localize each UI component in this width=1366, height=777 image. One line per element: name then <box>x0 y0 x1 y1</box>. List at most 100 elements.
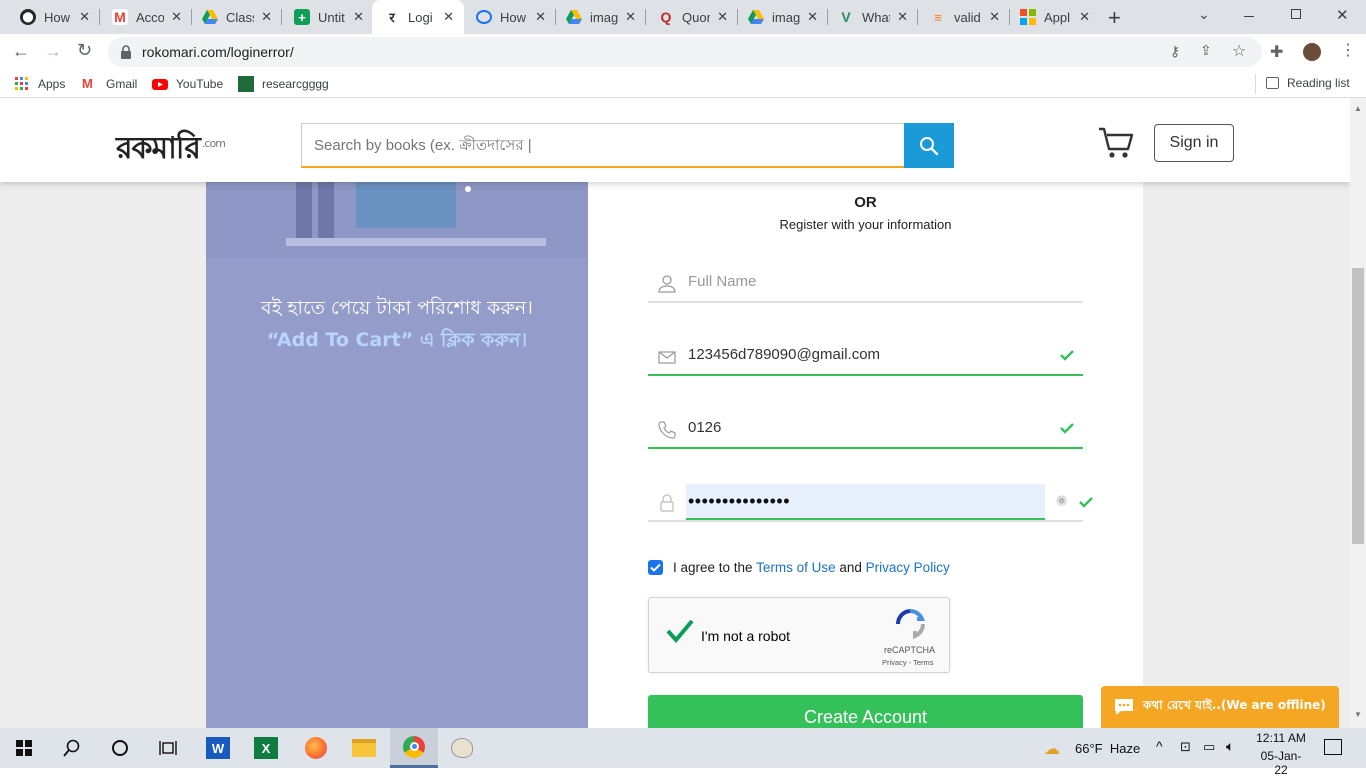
tab-what[interactable]: V What ✕ <box>826 0 918 34</box>
close-tab-icon[interactable]: ✕ <box>443 9 454 25</box>
eye-icon[interactable]: ◉ <box>1056 492 1067 508</box>
forward-arrow-icon[interactable]: → <box>44 41 62 62</box>
bookmarks-bar: Apps M Gmail YouTube researcgggg Reading… <box>0 70 1366 98</box>
page-viewport: বই হাতে পেয়ে টাকা পরিশোধ করুন। “Add To … <box>0 98 1350 728</box>
url-text[interactable]: rokomari.com/loginerror/ <box>142 44 294 60</box>
close-tab-icon[interactable]: ✕ <box>1079 9 1090 25</box>
envelope-icon <box>658 351 676 364</box>
gmail-icon: M <box>82 76 93 91</box>
key-icon[interactable]: ⚷ <box>1170 43 1180 60</box>
bookmark-star-icon[interactable]: ☆ <box>1232 41 1246 61</box>
email-value[interactable]: 123456d789090@gmail.com <box>688 346 880 363</box>
clock-date[interactable]: 05-Jan-22 <box>1254 749 1308 777</box>
windows-taskbar: W X ☁ 66°F Haze ^ ⊡ ▭ 🔈︎ 12:11 AM 05-Jan… <box>0 728 1366 777</box>
reading-list[interactable]: Reading list <box>1266 76 1350 90</box>
cart-icon[interactable] <box>1098 126 1134 160</box>
close-tab-icon[interactable]: ✕ <box>171 9 182 25</box>
minimize-icon[interactable] <box>1244 16 1254 17</box>
cortana-circle-icon[interactable] <box>96 728 144 768</box>
tab-github[interactable]: ⬤ How ✕ <box>8 0 100 34</box>
create-account-button[interactable]: Create Account <box>648 695 1083 728</box>
bookmark-apps[interactable]: Apps <box>14 76 65 92</box>
close-window-icon[interactable]: ✕ <box>1336 6 1349 24</box>
search-input[interactable] <box>301 123 905 168</box>
close-tab-icon[interactable]: ✕ <box>625 9 636 25</box>
word-icon[interactable]: W <box>194 728 242 768</box>
site-header: রকমারি.com Sign in <box>0 98 1350 182</box>
share-icon[interactable]: ⇪ <box>1200 42 1212 59</box>
close-tab-icon[interactable]: ✕ <box>717 9 728 25</box>
paint-icon[interactable] <box>438 728 486 768</box>
chevron-up-icon[interactable]: ^ <box>1156 738 1163 754</box>
chrome-icon[interactable] <box>390 728 438 768</box>
bookmark-gmail[interactable]: M Gmail <box>82 76 137 92</box>
reddit-icon <box>476 10 492 24</box>
phone-value[interactable]: 0126 <box>688 419 721 436</box>
close-tab-icon[interactable]: ✕ <box>535 9 546 25</box>
close-tab-icon[interactable]: ✕ <box>261 9 272 25</box>
weather-text[interactable]: 66°F Haze <box>1075 741 1140 756</box>
search-button[interactable] <box>904 123 954 168</box>
user-icon <box>658 275 676 293</box>
password-input[interactable]: ••••••••••••••• <box>686 484 1045 520</box>
tab-microsoft[interactable]: Appl ✕ <box>1008 0 1100 34</box>
menu-kebab-icon[interactable]: ⋮ <box>1340 40 1356 60</box>
sign-in-button[interactable]: Sign in <box>1154 124 1234 162</box>
tab-drive-image-2[interactable]: imag ✕ <box>736 0 828 34</box>
close-tab-icon[interactable]: ✕ <box>897 9 908 25</box>
close-tab-icon[interactable]: ✕ <box>353 9 364 25</box>
tab-how[interactable]: How ✕ <box>464 0 556 34</box>
close-tab-icon[interactable]: ✕ <box>79 9 90 25</box>
firefox-icon[interactable] <box>292 728 340 768</box>
recaptcha-links[interactable]: Privacy - Terms <box>882 658 934 667</box>
bookmark-researcggg[interactable]: researcgggg <box>238 76 329 92</box>
task-view-icon[interactable] <box>144 728 192 768</box>
email-field[interactable]: 123456d789090@gmail.com <box>648 336 1083 376</box>
tab-title: Untit <box>318 9 345 25</box>
tab-drive-class[interactable]: Class ✕ <box>190 0 282 34</box>
tab-gmail[interactable]: M Acco ✕ <box>100 0 192 34</box>
tab-drive-image[interactable]: imag ✕ <box>554 0 646 34</box>
recaptcha-check-icon[interactable] <box>665 618 695 644</box>
bookmark-youtube[interactable]: YouTube <box>152 76 223 92</box>
clock-time[interactable]: 12:11 AM <box>1256 731 1306 745</box>
tab-title: imag <box>772 9 800 25</box>
battery-icon[interactable]: ▭ <box>1203 739 1215 755</box>
scrollbar-thumb[interactable] <box>1352 268 1364 544</box>
tab-rokomari-login[interactable]: र Logi ✕ <box>372 0 464 34</box>
close-tab-icon[interactable]: ✕ <box>989 9 1000 25</box>
full-name-placeholder[interactable]: Full Name <box>688 273 756 290</box>
restore-icon[interactable] <box>1291 9 1301 19</box>
start-windows-icon[interactable] <box>0 728 48 768</box>
terms-checkbox[interactable] <box>648 560 663 575</box>
privacy-policy-link[interactable]: Privacy Policy <box>866 560 950 575</box>
password-field[interactable]: ••••••••••••••• ◉ <box>648 482 1093 522</box>
notifications-icon[interactable] <box>1324 739 1342 755</box>
close-tab-icon[interactable]: ✕ <box>807 9 818 25</box>
weather-icon[interactable]: ☁ <box>1044 739 1060 759</box>
new-tab-button[interactable]: + <box>1108 5 1121 31</box>
rokomari-logo[interactable]: রকমারি .com <box>116 124 226 175</box>
register-subtitle: Register with your information <box>779 217 952 232</box>
search-icon[interactable] <box>48 728 96 768</box>
excel-icon[interactable]: X <box>242 728 290 768</box>
chat-widget[interactable]: কথা রেখে যাই..(We are offline) <box>1101 686 1339 728</box>
network-icon[interactable]: ⊡ <box>1180 739 1191 755</box>
tab-stackoverflow[interactable]: ≡ valid ✕ <box>918 0 1010 34</box>
back-arrow-icon[interactable]: ← <box>12 41 30 62</box>
tab-search-chevron-icon[interactable]: ⌄ <box>1198 6 1210 23</box>
file-explorer-icon[interactable] <box>340 728 388 768</box>
reload-icon[interactable]: ↻ <box>77 40 92 61</box>
page-scrollbar[interactable]: ▲ ▼ <box>1350 98 1366 728</box>
logo-suffix: .com <box>201 137 226 150</box>
volume-icon[interactable]: 🔈︎ <box>1226 738 1234 755</box>
tab-sheets[interactable]: + Untit ✕ <box>282 0 374 34</box>
tab-quora[interactable]: Q Quor ✕ <box>646 0 738 34</box>
address-bar[interactable]: rokomari.com/loginerror/ ⚷ ⇪ ☆ <box>108 37 1262 67</box>
terms-of-use-link[interactable]: Terms of Use <box>756 560 836 575</box>
phone-field[interactable]: 0126 <box>648 409 1083 449</box>
extensions-puzzle-icon[interactable]: ✚ <box>1270 42 1283 62</box>
bookmark-label: YouTube <box>176 77 224 91</box>
full-name-field[interactable]: Full Name <box>648 263 1083 303</box>
profile-avatar[interactable] <box>1301 41 1323 63</box>
